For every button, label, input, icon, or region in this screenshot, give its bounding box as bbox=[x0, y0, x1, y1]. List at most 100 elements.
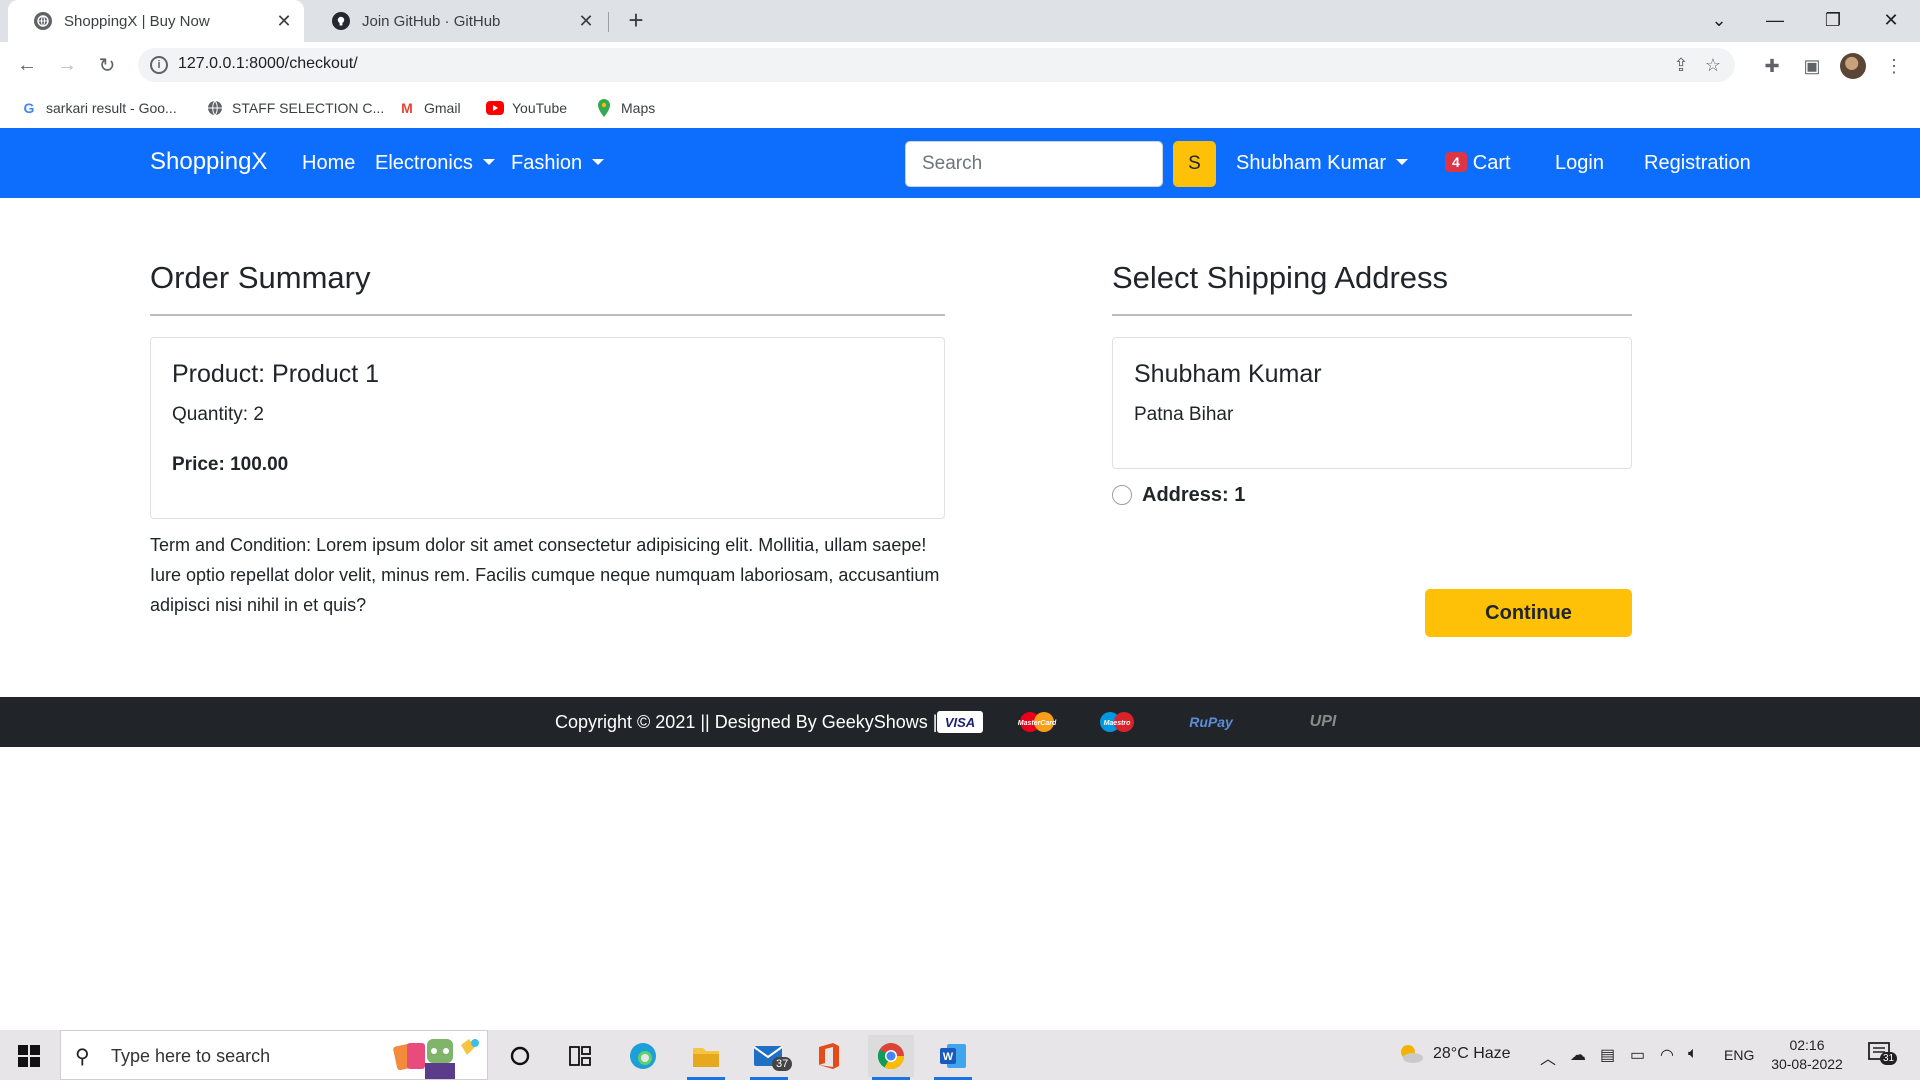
bookmark-label: YouTube bbox=[512, 100, 568, 116]
battery-icon[interactable]: ▭ bbox=[1630, 1045, 1645, 1065]
site-navbar: ShoppingX Home Electronics Fashion S Shu… bbox=[0, 128, 1920, 198]
caret-down-icon bbox=[592, 159, 605, 165]
maps-icon bbox=[595, 99, 613, 117]
address-name: Shubham Kumar bbox=[1134, 360, 1322, 388]
nav-cart[interactable]: 4 Cart bbox=[1445, 152, 1511, 175]
product-name: Product: Product 1 bbox=[172, 360, 380, 388]
restore-button[interactable]: ❐ bbox=[1804, 0, 1862, 40]
address-card: Shubham Kumar Patna Bihar bbox=[1112, 337, 1632, 469]
share-icon[interactable]: ⇪ bbox=[1670, 54, 1692, 76]
system-clock[interactable]: 02:16 30-08-2022 bbox=[1767, 1036, 1847, 1074]
nav-user-dropdown[interactable]: Shubham Kumar bbox=[1236, 152, 1409, 175]
tab-search-chevron-icon[interactable]: ⌄ bbox=[1690, 0, 1748, 40]
order-summary-heading: Order Summary bbox=[150, 260, 371, 295]
nav-fashion-label: Fashion bbox=[511, 152, 583, 174]
nav-home[interactable]: Home bbox=[302, 152, 355, 175]
word-icon[interactable]: W bbox=[930, 1035, 976, 1080]
forward-arrow-icon[interactable]: → bbox=[52, 50, 82, 80]
show-hidden-icons-chevron-icon[interactable]: ︿ bbox=[1540, 1045, 1556, 1069]
weather-text[interactable]: 28°C Haze bbox=[1433, 1045, 1511, 1063]
office-icon[interactable] bbox=[806, 1035, 852, 1077]
nav-cart-label: Cart bbox=[1472, 152, 1511, 174]
product-quantity: Quantity: 2 bbox=[172, 404, 264, 425]
windows-start-icon[interactable] bbox=[18, 1045, 40, 1067]
shipping-heading: Select Shipping Address bbox=[1112, 260, 1449, 295]
brand-link[interactable]: ShoppingX bbox=[150, 148, 267, 176]
nav-electronics-label: Electronics bbox=[375, 152, 473, 174]
back-arrow-icon[interactable]: ← bbox=[12, 50, 42, 80]
tab-separator bbox=[608, 12, 609, 32]
mastercard-icon: MasterCard bbox=[1012, 711, 1064, 733]
mastercard-text: MasterCard bbox=[1018, 720, 1057, 727]
chrome-icon[interactable] bbox=[868, 1035, 914, 1080]
rupay-icon: RuPay bbox=[1189, 714, 1233, 730]
caret-down-icon bbox=[1396, 159, 1409, 165]
profile-avatar[interactable] bbox=[1840, 53, 1866, 79]
wifi-icon[interactable]: ◠ bbox=[1660, 1045, 1674, 1065]
product-price: Price: 100.00 bbox=[172, 454, 289, 475]
close-window-button[interactable]: ✕ bbox=[1862, 0, 1920, 40]
nav-login[interactable]: Login bbox=[1555, 152, 1604, 175]
new-tab-button[interactable]: + bbox=[622, 6, 650, 34]
gmail-icon: M bbox=[401, 100, 413, 116]
mail-icon[interactable]: 37 bbox=[746, 1035, 793, 1080]
more-menu-icon[interactable]: ⋮ bbox=[1882, 54, 1906, 78]
address-radio-label[interactable]: Address: 1 bbox=[1142, 484, 1245, 507]
site-info-icon[interactable]: i bbox=[150, 56, 168, 74]
extensions-puzzle-icon[interactable]: ✚ bbox=[1760, 54, 1784, 78]
bookmark-star-icon[interactable]: ☆ bbox=[1702, 54, 1724, 76]
bookmark-sarkari[interactable]: G sarkari result - Goo... bbox=[20, 96, 177, 120]
copyright-text: Copyright © 2021 || Designed By GeekySho… bbox=[555, 712, 943, 732]
search-icon: ⚲ bbox=[75, 1046, 90, 1068]
input-language[interactable]: ENG bbox=[1724, 1047, 1754, 1063]
bookmark-label: STAFF SELECTION C... bbox=[232, 100, 385, 116]
google-icon: G bbox=[23, 100, 35, 116]
clock-date: 30-08-2022 bbox=[1771, 1056, 1843, 1072]
bookmark-ssc[interactable]: STAFF SELECTION C... bbox=[206, 96, 384, 120]
clock-time: 02:16 bbox=[1789, 1037, 1825, 1053]
nav-electronics-dropdown[interactable]: Electronics bbox=[375, 152, 495, 175]
onedrive-icon[interactable]: ☁ bbox=[1570, 1045, 1586, 1065]
maestro-text: Maestro bbox=[1104, 720, 1132, 727]
bookmark-label: Gmail bbox=[424, 100, 461, 116]
file-explorer-icon[interactable] bbox=[683, 1035, 729, 1080]
close-tab-icon[interactable]: ✕ bbox=[274, 11, 294, 31]
nav-fashion-dropdown[interactable]: Fashion bbox=[511, 152, 605, 175]
notification-center-icon[interactable]: 31 bbox=[1868, 1042, 1898, 1071]
address-bar[interactable]: i 127.0.0.1:8000/checkout/ ⇪ ☆ bbox=[138, 48, 1735, 82]
globe-icon bbox=[34, 12, 52, 30]
continue-button[interactable]: Continue bbox=[1425, 589, 1632, 637]
tab-shoppingx[interactable]: ShoppingX | Buy Now ✕ bbox=[8, 0, 304, 42]
close-tab-icon[interactable]: ✕ bbox=[576, 11, 596, 31]
bookmark-youtube[interactable]: YouTube bbox=[486, 96, 567, 120]
cart-count-badge: 4 bbox=[1445, 152, 1467, 172]
terms-and-conditions: Term and Condition: Lorem ipsum dolor si… bbox=[150, 535, 940, 615]
address-radio[interactable] bbox=[1112, 485, 1132, 505]
edge-icon[interactable] bbox=[620, 1035, 666, 1077]
taskbar-search-box[interactable]: ⚲ Type here to search bbox=[60, 1030, 488, 1080]
search-input[interactable] bbox=[905, 141, 1163, 187]
task-view-icon[interactable] bbox=[557, 1035, 603, 1077]
cortana-icon[interactable] bbox=[497, 1035, 543, 1077]
windows-taskbar: ⚲ Type here to search 37 W 28°C Haze ︿ ☁… bbox=[0, 1030, 1920, 1080]
bookmarks-bar: G sarkari result - Goo... STAFF SELECTIO… bbox=[0, 88, 1920, 128]
tab-github[interactable]: Join GitHub · GitHub ✕ bbox=[306, 0, 606, 42]
browser-tab-strip: ShoppingX | Buy Now ✕ Join GitHub · GitH… bbox=[0, 0, 1920, 42]
side-panel-icon[interactable]: ▣ bbox=[1800, 54, 1824, 78]
meet-now-icon[interactable]: ▤ bbox=[1600, 1045, 1615, 1065]
bookmark-label: sarkari result - Goo... bbox=[46, 100, 177, 116]
search-button[interactable]: S bbox=[1173, 141, 1216, 187]
browser-toolbar: ← → ↻ i 127.0.0.1:8000/checkout/ ⇪ ☆ ✚ ▣… bbox=[0, 42, 1920, 88]
bookmark-gmail[interactable]: M Gmail bbox=[398, 96, 461, 120]
notification-count-badge: 31 bbox=[1880, 1052, 1898, 1065]
reload-icon[interactable]: ↻ bbox=[92, 50, 122, 80]
weather-icon[interactable] bbox=[1396, 1040, 1424, 1071]
url-text[interactable]: 127.0.0.1:8000/checkout/ bbox=[178, 55, 358, 73]
volume-icon[interactable]: 🔈︎ bbox=[1688, 1045, 1698, 1063]
nav-registration[interactable]: Registration bbox=[1644, 152, 1751, 175]
bookmark-maps[interactable]: Maps bbox=[595, 96, 655, 120]
order-item-card: Product: Product 1 Quantity: 2 Price: 10… bbox=[150, 337, 945, 519]
maestro-icon: Maestro bbox=[1092, 711, 1142, 733]
minimize-button[interactable]: — bbox=[1746, 0, 1804, 40]
youtube-icon bbox=[486, 99, 504, 117]
